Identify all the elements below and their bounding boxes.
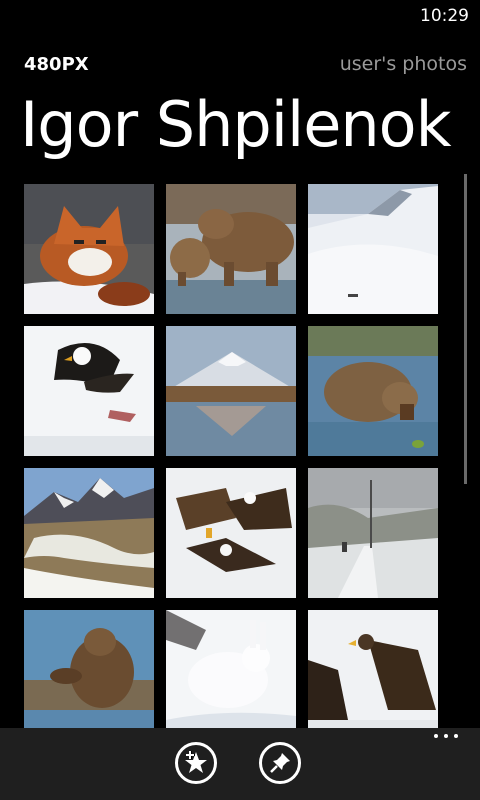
photo-thumbnail[interactable]: [166, 326, 296, 456]
status-time: 10:29: [420, 6, 469, 26]
favorite-add-button[interactable]: [175, 742, 217, 784]
favorite-add-icon: [185, 751, 207, 773]
photo-grid: [24, 184, 438, 728]
photo-thumbnail[interactable]: [166, 184, 296, 314]
photo-thumbnail[interactable]: [166, 468, 296, 598]
photo-thumbnail[interactable]: [24, 326, 154, 456]
photo-thumbnail[interactable]: [24, 468, 154, 598]
pin-button[interactable]: [259, 742, 301, 784]
section-title: user's photos: [339, 53, 467, 75]
photo-thumbnail[interactable]: [308, 326, 438, 456]
app-name: 480PX: [24, 54, 89, 75]
status-bar: 10:29: [0, 0, 480, 32]
photo-thumbnail[interactable]: [24, 184, 154, 314]
photo-list[interactable]: [0, 184, 480, 728]
photo-thumbnail[interactable]: [166, 610, 296, 728]
photo-thumbnail[interactable]: [308, 184, 438, 314]
scrollbar[interactable]: [464, 174, 467, 484]
more-dots-icon[interactable]: [434, 734, 458, 738]
photo-thumbnail[interactable]: [308, 610, 438, 728]
photo-thumbnail[interactable]: [24, 610, 154, 728]
pin-icon: [270, 753, 290, 773]
page-title: Igor Shpilenok: [20, 88, 452, 161]
app-bar: [0, 728, 480, 800]
photo-thumbnail[interactable]: [308, 468, 438, 598]
